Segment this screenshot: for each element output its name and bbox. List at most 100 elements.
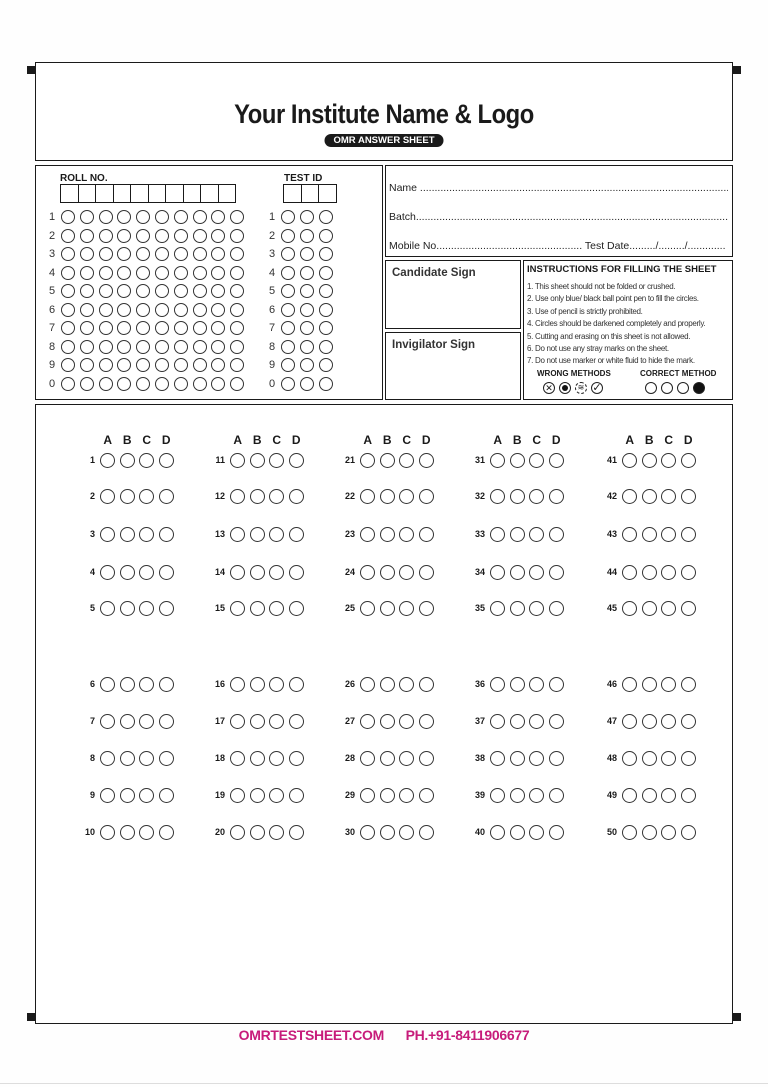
entry-cell[interactable] — [95, 184, 114, 203]
answer-bubble-b[interactable] — [641, 713, 657, 729]
answer-bubble-a[interactable] — [360, 564, 375, 580]
test-id-bubble[interactable] — [299, 210, 314, 224]
answer-bubble-d[interactable] — [288, 488, 304, 504]
roll-no-bubble[interactable] — [117, 210, 132, 224]
roll-no-bubble[interactable] — [117, 284, 132, 298]
test-id-bubble[interactable] — [281, 376, 295, 391]
test-id-bubble[interactable] — [281, 284, 295, 298]
answer-bubble-c[interactable] — [269, 676, 284, 692]
answer-bubble-b[interactable] — [119, 676, 135, 692]
answer-bubble-c[interactable] — [529, 526, 544, 542]
answer-bubble-b[interactable] — [249, 750, 265, 766]
roll-no-bubble[interactable] — [117, 321, 132, 335]
roll-no-bubble[interactable] — [136, 358, 151, 372]
roll-no-bubble[interactable] — [136, 284, 151, 298]
answer-bubble-a[interactable] — [490, 526, 505, 542]
answer-bubble-b[interactable] — [379, 564, 395, 580]
answer-bubble-d[interactable] — [548, 713, 564, 729]
answer-bubble-a[interactable] — [100, 750, 115, 766]
roll-no-bubble[interactable] — [230, 376, 245, 391]
answer-bubble-c[interactable] — [269, 452, 284, 468]
answer-bubble-b[interactable] — [379, 452, 395, 468]
roll-no-bubble[interactable] — [154, 376, 169, 391]
answer-bubble-c[interactable] — [529, 750, 544, 766]
answer-bubble-b[interactable] — [119, 488, 135, 504]
answer-bubble-b[interactable] — [641, 600, 657, 616]
answer-bubble-b[interactable] — [641, 787, 657, 803]
answer-bubble-a[interactable] — [490, 452, 505, 468]
roll-no-bubble[interactable] — [79, 321, 94, 335]
roll-no-bubble[interactable] — [79, 339, 94, 354]
entry-cell[interactable] — [165, 184, 184, 203]
answer-bubble-b[interactable] — [119, 787, 135, 803]
roll-no-bubble[interactable] — [117, 302, 132, 317]
answer-bubble-c[interactable] — [399, 750, 414, 766]
answer-bubble-a[interactable] — [100, 824, 115, 840]
answer-bubble-d[interactable] — [680, 564, 696, 580]
answer-bubble-d[interactable] — [548, 526, 564, 542]
roll-no-bubble[interactable] — [230, 284, 245, 298]
roll-no-bubble[interactable] — [154, 265, 169, 280]
answer-bubble-a[interactable] — [622, 713, 637, 729]
entry-cell[interactable] — [200, 184, 219, 203]
roll-no-bubble[interactable] — [173, 321, 188, 335]
roll-no-bubble[interactable] — [154, 247, 169, 261]
answer-bubble-b[interactable] — [119, 750, 135, 766]
roll-no-bubble[interactable] — [192, 376, 207, 391]
answer-bubble-d[interactable] — [548, 600, 564, 616]
test-id-bubble[interactable] — [281, 210, 295, 224]
answer-bubble-a[interactable] — [100, 713, 115, 729]
answer-bubble-a[interactable] — [490, 676, 505, 692]
test-id-bubble[interactable] — [318, 228, 333, 243]
answer-bubble-c[interactable] — [139, 750, 154, 766]
roll-no-bubble[interactable] — [211, 228, 226, 243]
answer-bubble-d[interactable] — [158, 600, 174, 616]
answer-bubble-d[interactable] — [288, 824, 304, 840]
answer-bubble-b[interactable] — [641, 526, 657, 542]
roll-no-bubble[interactable] — [192, 302, 207, 317]
answer-bubble-c[interactable] — [269, 824, 284, 840]
answer-bubble-a[interactable] — [100, 787, 115, 803]
entry-cell[interactable] — [147, 184, 166, 203]
answer-bubble-d[interactable] — [548, 564, 564, 580]
entry-cell[interactable] — [300, 184, 319, 203]
answer-bubble-d[interactable] — [158, 787, 174, 803]
roll-no-bubble[interactable] — [79, 265, 94, 280]
answer-bubble-a[interactable] — [360, 600, 375, 616]
answer-bubble-b[interactable] — [119, 452, 135, 468]
roll-no-bubble[interactable] — [98, 228, 113, 243]
answer-bubble-b[interactable] — [379, 488, 395, 504]
answer-bubble-b[interactable] — [249, 488, 265, 504]
roll-no-bubble[interactable] — [61, 321, 75, 335]
test-id-bubble[interactable] — [281, 358, 295, 372]
roll-no-bubble[interactable] — [61, 210, 75, 224]
roll-no-bubble[interactable] — [61, 339, 75, 354]
answer-bubble-a[interactable] — [490, 824, 505, 840]
answer-bubble-c[interactable] — [269, 713, 284, 729]
answer-bubble-c[interactable] — [269, 526, 284, 542]
answer-bubble-d[interactable] — [548, 824, 564, 840]
answer-bubble-d[interactable] — [288, 713, 304, 729]
roll-no-bubble[interactable] — [211, 358, 226, 372]
roll-no-bubble[interactable] — [173, 247, 188, 261]
answer-bubble-c[interactable] — [139, 452, 154, 468]
answer-bubble-b[interactable] — [379, 787, 395, 803]
answer-bubble-d[interactable] — [418, 676, 434, 692]
roll-no-bubble[interactable] — [230, 358, 245, 372]
roll-no-bubble[interactable] — [211, 247, 226, 261]
roll-no-bubble[interactable] — [98, 265, 113, 280]
answer-bubble-c[interactable] — [139, 713, 154, 729]
answer-bubble-d[interactable] — [288, 750, 304, 766]
answer-bubble-d[interactable] — [418, 750, 434, 766]
roll-no-bubble[interactable] — [154, 210, 169, 224]
entry-cell[interactable] — [318, 184, 337, 203]
roll-no-bubble[interactable] — [192, 339, 207, 354]
answer-bubble-a[interactable] — [490, 713, 505, 729]
roll-no-bubble[interactable] — [154, 358, 169, 372]
answer-bubble-d[interactable] — [418, 824, 434, 840]
answer-bubble-d[interactable] — [548, 452, 564, 468]
answer-bubble-d[interactable] — [418, 600, 434, 616]
answer-bubble-d[interactable] — [288, 676, 304, 692]
answer-bubble-a[interactable] — [622, 488, 637, 504]
test-id-bubble[interactable] — [318, 339, 333, 354]
